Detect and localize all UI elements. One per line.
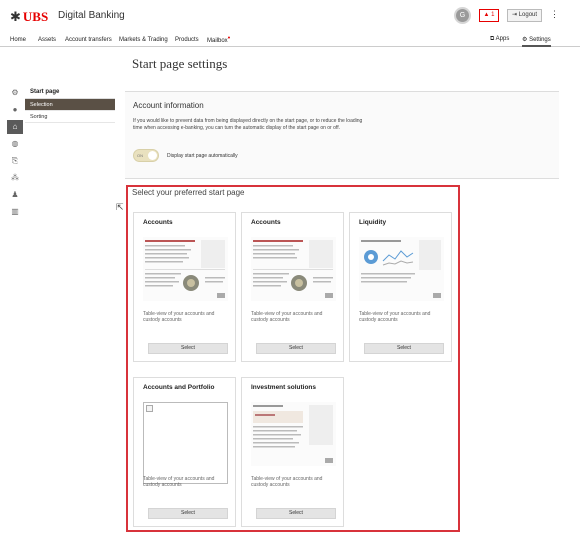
ubs-logo[interactable]: ✱ UBS <box>10 9 48 25</box>
submenu-item-selection[interactable]: Selection <box>25 99 115 111</box>
notification-badge[interactable]: ▲ 1 <box>479 9 499 22</box>
select-button[interactable]: Select <box>364 343 444 354</box>
more-menu-icon[interactable]: ⋮ <box>550 9 559 20</box>
card-description: Table-view of your accounts and custody … <box>251 476 323 488</box>
start-page-card-investment-solutions: Investment solutions Table-view of your … <box>241 377 344 527</box>
submenu-item-sorting[interactable]: Sorting <box>25 111 115 123</box>
account-information-title: Account information <box>133 101 204 110</box>
bell-icon: ▲ <box>483 12 490 18</box>
unread-dot: • <box>227 35 231 42</box>
card-description: Table-view of your accounts and custody … <box>251 311 323 323</box>
gear-icon[interactable]: ⚙ <box>7 86 23 100</box>
nav-item-mailbox[interactable]: Mailbox• <box>207 35 231 44</box>
apps-link[interactable]: ⧉ Apps <box>490 36 509 43</box>
card-title: Accounts <box>143 219 173 226</box>
card-title: Accounts and Portfolio <box>143 384 215 391</box>
home-icon[interactable]: ⌂ <box>7 120 23 134</box>
users-icon[interactable]: ♟ <box>7 188 23 202</box>
globe-icon[interactable]: ◍ <box>7 137 23 151</box>
card-preview-image <box>251 402 336 466</box>
nav-item-home[interactable]: Home <box>10 37 26 43</box>
account-information-description: If you would like to prevent data from b… <box>133 118 363 131</box>
apps-label: Apps <box>495 36 510 42</box>
start-page-submenu: Start page Selection Sorting <box>25 86 115 123</box>
account-information-panel: Account information If you would like to… <box>125 91 559 179</box>
logout-button[interactable]: ⇥ Logout <box>507 9 543 22</box>
select-button[interactable]: Select <box>256 508 336 519</box>
person-icon[interactable]: ● <box>7 103 23 117</box>
app-title: Digital Banking <box>58 10 125 21</box>
start-page-selection-title: Select your preferred start page <box>132 188 245 197</box>
submenu-title: Start page <box>25 86 115 99</box>
nav-item-assets[interactable]: Assets <box>38 37 56 43</box>
keys-logo-icon: ✱ <box>10 9 21 24</box>
card-title: Investment solutions <box>251 384 317 391</box>
card-preview-image <box>251 237 336 301</box>
select-button[interactable]: Select <box>148 343 228 354</box>
select-button[interactable]: Select <box>256 343 336 354</box>
start-page-card-liquidity: Liquidity Table-view of your accounts an… <box>349 212 452 362</box>
logout-label: Logout <box>518 12 538 18</box>
mouse-cursor-icon: ⇱ <box>116 202 124 212</box>
broken-image-placeholder <box>143 402 228 484</box>
notification-count: 1 <box>491 12 495 18</box>
settings-link[interactable]: ⚙ Settings <box>522 36 551 47</box>
logout-icon: ⇥ <box>512 12 518 18</box>
nav-item-products[interactable]: Products <box>175 37 199 43</box>
nav-item-account-transfers[interactable]: Account transfers <box>65 37 112 43</box>
card-preview-image <box>359 237 444 301</box>
start-page-card-accounts-2: Accounts Table-view of your accounts and… <box>241 212 344 362</box>
toggle-state-label: ON <box>137 153 143 158</box>
start-page-toggle[interactable]: ON <box>133 149 159 162</box>
nav-item-markets-trading[interactable]: Markets & Trading <box>119 37 168 43</box>
sitemap-icon[interactable]: ⁂ <box>7 171 23 185</box>
start-page-card-accounts: Accounts Table-view of your accounts and… <box>133 212 236 362</box>
toggle-label: Display start page automatically <box>167 153 238 159</box>
card-description: Table-view of your accounts and custody … <box>143 476 215 488</box>
main-navigation: Home Assets Account transfers Markets & … <box>0 33 580 47</box>
gear-icon: ⚙ <box>522 37 528 43</box>
avatar[interactable]: G <box>454 7 471 24</box>
card-title: Accounts <box>251 219 281 226</box>
start-page-card-accounts-and-portfolio: Accounts and Portfolio Table-view of you… <box>133 377 236 527</box>
card-preview-image <box>143 237 228 301</box>
apps-icon: ⧉ <box>490 36 495 42</box>
toggle-knob <box>148 151 157 160</box>
top-bar: ✱ UBS Digital Banking G ▲ 1 ⇥ Logout ⋮ <box>0 0 580 32</box>
settings-label: Settings <box>529 37 551 43</box>
broken-image-icon <box>146 405 153 412</box>
card-description: Table-view of your accounts and custody … <box>143 311 215 323</box>
document-export-icon[interactable]: ⎘ <box>7 154 23 168</box>
card-description: Table-view of your accounts and custody … <box>359 311 431 323</box>
nav-item-mailbox-label: Mailbox <box>207 38 228 44</box>
brand-name: UBS <box>22 9 49 24</box>
page-title: Start page settings <box>132 56 228 71</box>
columns-icon[interactable]: ▥ <box>7 205 23 219</box>
settings-icon-rail: ⚙ ● ⌂ ◍ ⎘ ⁂ ♟ ▥ <box>7 86 23 222</box>
select-button[interactable]: Select <box>148 508 228 519</box>
card-title: Liquidity <box>359 219 387 226</box>
